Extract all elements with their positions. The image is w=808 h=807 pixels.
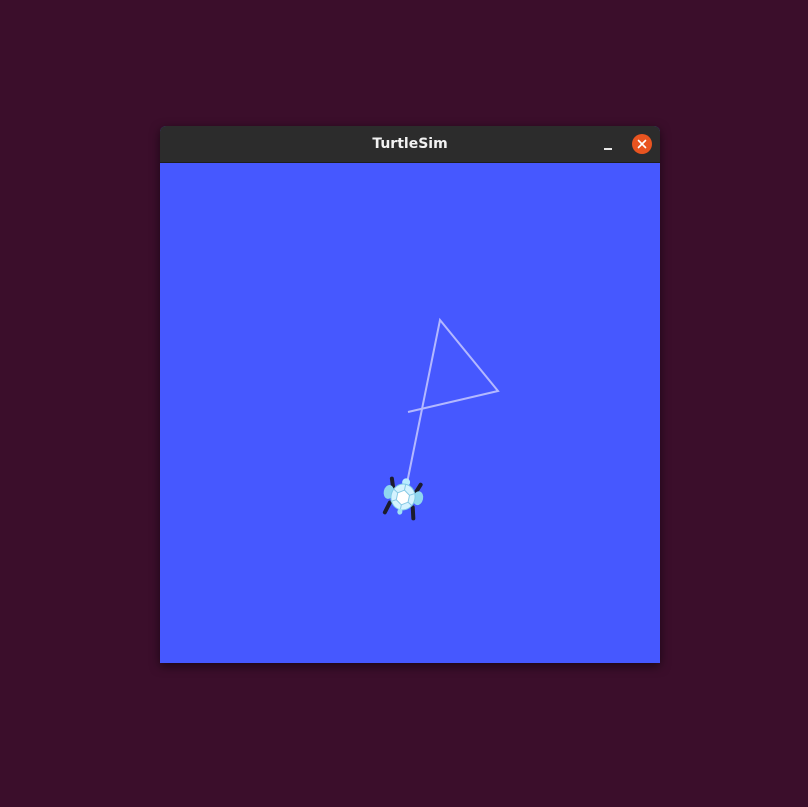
turtle-icon [382, 476, 424, 521]
close-button[interactable] [632, 134, 652, 154]
minimize-button[interactable] [598, 135, 618, 155]
title-bar[interactable]: TurtleSim [160, 126, 660, 163]
minimize-icon [604, 148, 612, 150]
window-title: TurtleSim [372, 136, 448, 152]
desktop: TurtleSim [0, 0, 808, 807]
close-icon [637, 139, 647, 149]
pen-trail [402, 317, 500, 504]
pen-trail-layer [382, 317, 500, 521]
turtle-canvas [160, 163, 660, 663]
turtlesim-window: TurtleSim [160, 126, 660, 663]
